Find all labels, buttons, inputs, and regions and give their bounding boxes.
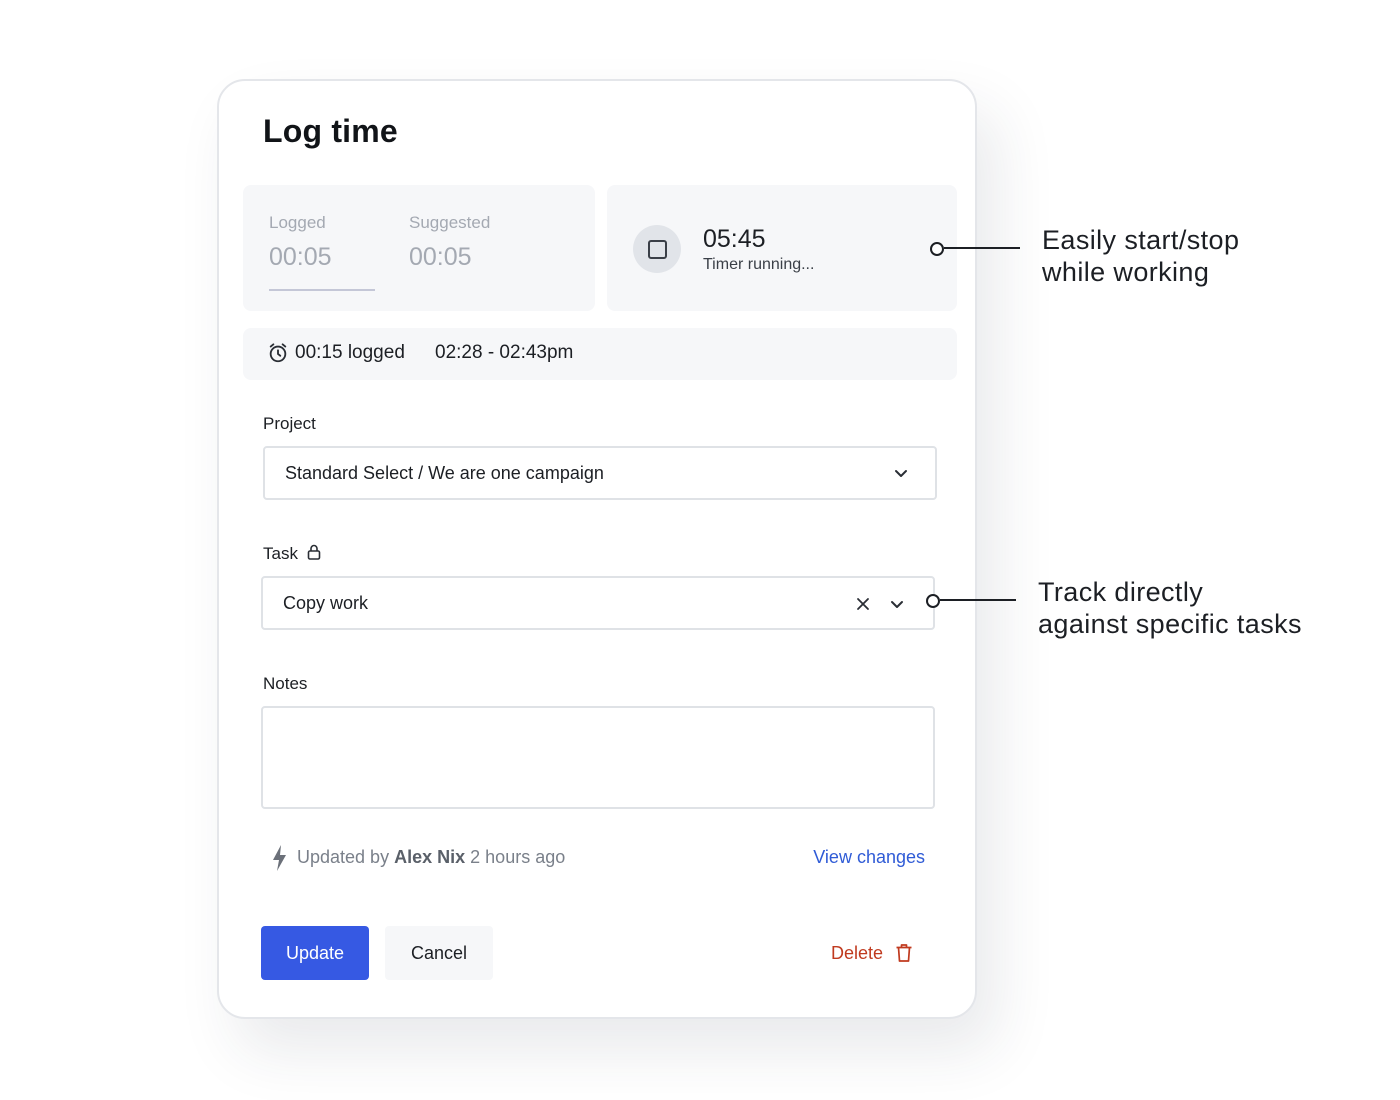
notes-textarea[interactable] bbox=[261, 706, 935, 809]
dialog-title: Log time bbox=[263, 113, 398, 149]
updated-info: Updated by Alex Nix 2 hours ago bbox=[297, 847, 565, 868]
annotation-task-dot bbox=[926, 594, 940, 608]
stop-icon bbox=[648, 240, 667, 259]
annotation-timer-dot bbox=[930, 242, 944, 256]
project-select-value: Standard Select / We are one campaign bbox=[285, 463, 604, 483]
logged-underline bbox=[269, 289, 375, 291]
suggested-value: 00:05 bbox=[409, 243, 472, 271]
stop-timer-button[interactable] bbox=[633, 225, 681, 273]
update-button[interactable]: Update bbox=[261, 926, 369, 980]
timer-panel: 05:45 Timer running... bbox=[607, 185, 957, 311]
annotation-task-connector bbox=[940, 599, 1016, 601]
lock-icon bbox=[307, 544, 321, 560]
annotation-task-line-2: against specific tasks bbox=[1038, 609, 1302, 639]
summary-time-range: 02:28 - 02:43pm bbox=[435, 342, 574, 363]
trash-icon bbox=[896, 944, 912, 962]
project-select[interactable]: Standard Select / We are one campaign bbox=[263, 446, 937, 500]
notes-label: Notes bbox=[263, 674, 308, 693]
close-icon[interactable] bbox=[855, 596, 871, 612]
task-label: Task bbox=[263, 544, 298, 563]
annotation-task-line-1: Track directly bbox=[1038, 577, 1204, 607]
summary-logged: 00:15 logged bbox=[295, 342, 405, 363]
chevron-down-icon bbox=[891, 601, 903, 608]
updated-prefix: Updated by bbox=[297, 847, 390, 867]
logged-value: 00:05 bbox=[269, 243, 332, 271]
time-stats-panel: Logged 00:05 Suggested 00:05 bbox=[243, 185, 595, 311]
suggested-stat[interactable]: Suggested 00:05 bbox=[409, 213, 490, 272]
annotation-timer-line-2: while working bbox=[1042, 257, 1210, 287]
bolt-icon bbox=[273, 845, 286, 871]
annotation-task: Track directly against specific tasks bbox=[1038, 576, 1302, 640]
timer-time: 05:45 bbox=[703, 225, 766, 253]
annotation-timer: Easily start/stop while working bbox=[1042, 224, 1239, 288]
chevron-down-icon bbox=[895, 470, 907, 477]
cancel-button[interactable]: Cancel bbox=[385, 926, 493, 980]
project-label: Project bbox=[263, 414, 316, 433]
task-select[interactable]: Copy work bbox=[261, 576, 935, 630]
timer-status: Timer running... bbox=[703, 256, 815, 273]
task-label-group: Task bbox=[263, 544, 321, 564]
delete-label: Delete bbox=[831, 942, 884, 963]
delete-button[interactable]: Delete bbox=[831, 926, 923, 980]
annotation-timer-line-1: Easily start/stop bbox=[1042, 225, 1240, 255]
updated-user: Alex Nix bbox=[394, 847, 466, 867]
time-summary-bar: 00:15 logged 02:28 - 02:43pm bbox=[243, 328, 957, 380]
alarm-clock-icon bbox=[269, 343, 287, 363]
suggested-label: Suggested bbox=[409, 213, 491, 232]
updated-time: 2 hours ago bbox=[470, 847, 566, 867]
logged-stat[interactable]: Logged 00:05 bbox=[269, 213, 332, 272]
annotation-timer-connector bbox=[944, 247, 1020, 249]
task-select-value: Copy work bbox=[283, 593, 369, 613]
view-changes-link[interactable]: View changes bbox=[813, 847, 925, 868]
logged-label: Logged bbox=[269, 213, 326, 232]
log-time-dialog: Log time Logged 00:05 Suggested 00:05 05… bbox=[217, 79, 977, 1019]
